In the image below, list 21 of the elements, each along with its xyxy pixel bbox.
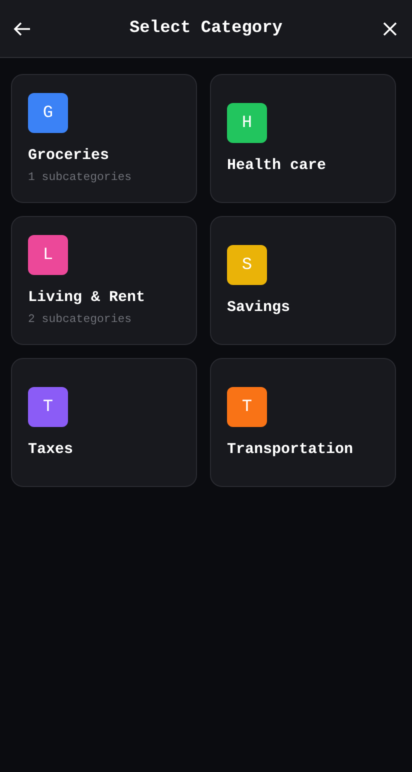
category-name: Taxes — [28, 441, 74, 458]
category-card[interactable]: S Savings — [210, 216, 396, 345]
subcategory-count: 1 subcategories — [28, 171, 132, 184]
category-name: Savings — [227, 299, 290, 316]
category-card[interactable]: L Living & Rent 2 subcategories — [11, 216, 197, 345]
category-name: Transportation — [227, 441, 354, 458]
category-letter-badge: G — [28, 93, 68, 133]
category-name: Groceries — [28, 147, 110, 164]
subcategory-count: 2 subcategories — [28, 313, 132, 326]
category-name: Health care — [227, 157, 326, 174]
category-card[interactable]: H Health care — [210, 74, 396, 203]
category-letter-badge: T — [227, 387, 267, 427]
category-letter-badge: T — [28, 387, 68, 427]
category-card[interactable]: G Groceries 1 subcategories — [11, 74, 197, 203]
category-letter-badge: H — [227, 103, 267, 143]
category-letter-badge: S — [227, 245, 267, 285]
category-name: Living & Rent — [28, 289, 146, 306]
category-card[interactable]: T Transportation — [210, 358, 396, 487]
header-title: Select Category — [129, 19, 283, 38]
category-letter-badge: L — [28, 235, 68, 275]
category-card[interactable]: T Taxes — [11, 358, 197, 487]
